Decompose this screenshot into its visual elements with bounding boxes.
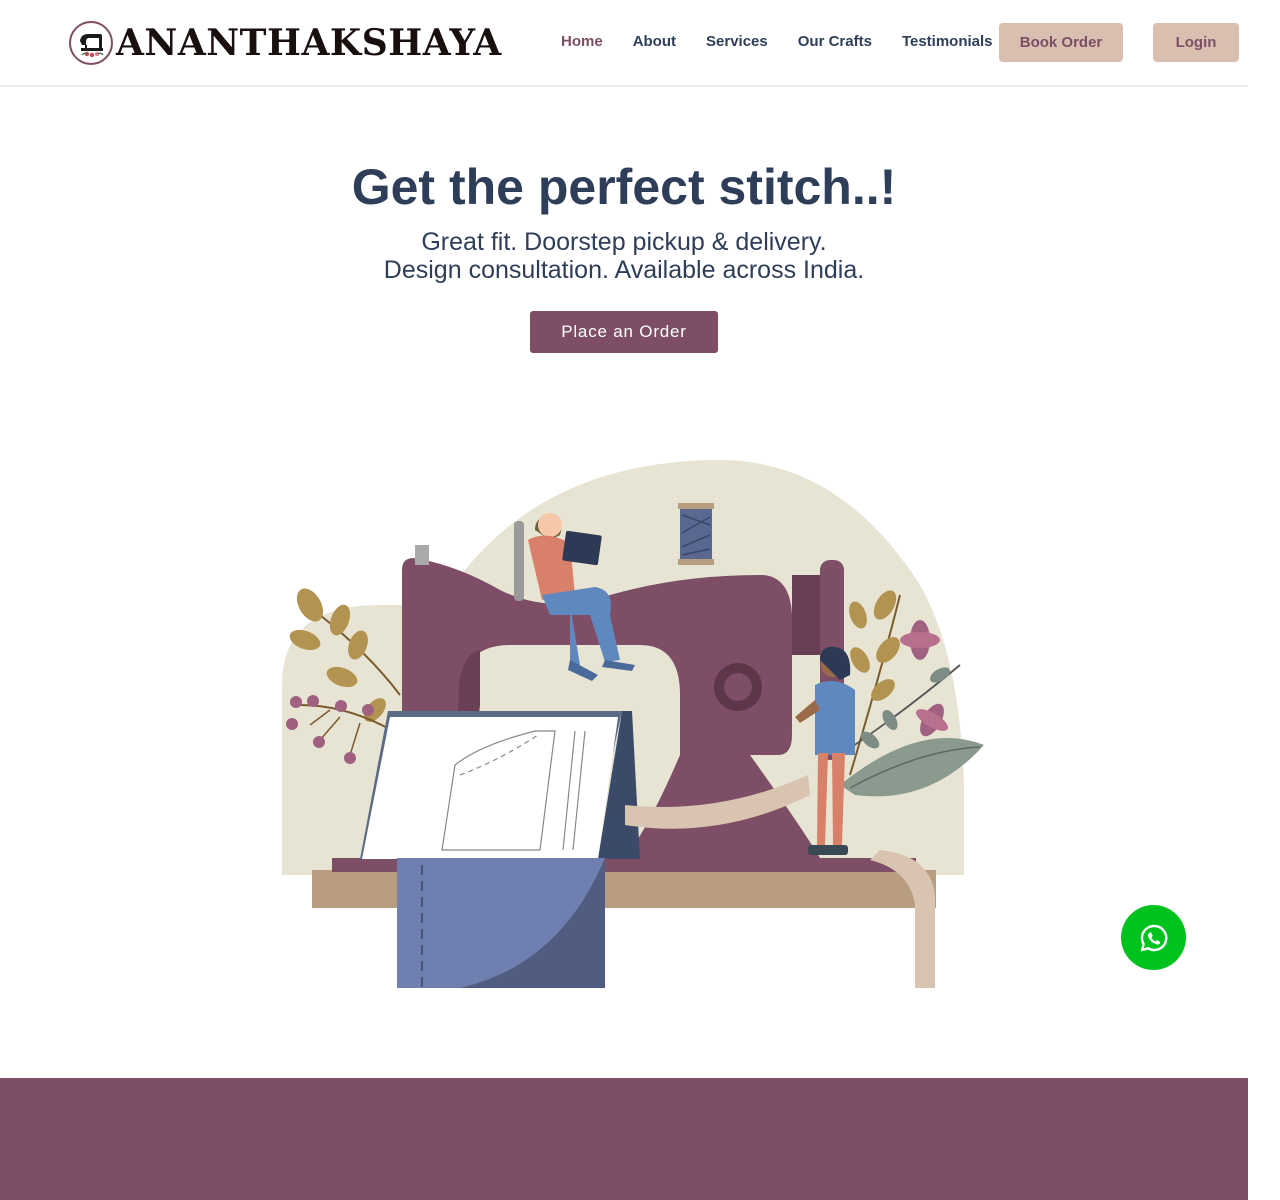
nav-our-crafts[interactable]: Our Crafts — [798, 33, 872, 51]
whatsapp-chat-button[interactable] — [1121, 905, 1186, 970]
nav-home[interactable]: Home — [561, 33, 603, 51]
hero-subtitle-line-2: Design consultation. Available across In… — [383, 256, 865, 284]
hero-subtitle-line-1: Great fit. Doorstep pickup & delivery. — [421, 228, 827, 256]
nav-about[interactable]: About — [633, 33, 676, 51]
hero-subtitle: Great fit. Doorstep pickup & delivery. D… — [0, 228, 1248, 284]
login-button[interactable]: Login — [1153, 23, 1239, 62]
main-nav: Home About Services Our Crafts Testimoni… — [561, 33, 1023, 51]
book-order-button[interactable]: Book Order — [999, 23, 1123, 62]
brand-logo[interactable]: ANANTHAKSHAYA — [69, 21, 502, 65]
site-header: ANANTHAKSHAYA Home About Services Our Cr… — [0, 0, 1248, 87]
nav-testimonials[interactable]: Testimonials — [902, 33, 993, 51]
brand-name: ANANTHAKSHAYA — [116, 22, 502, 64]
whatsapp-icon — [1140, 924, 1167, 951]
sewing-machine-logo-icon — [69, 21, 113, 65]
hero-title: Get the perfect stitch..! — [351, 159, 897, 215]
next-section-band — [0, 1078, 1248, 1200]
sewing-machine-illustration — [282, 460, 984, 988]
place-order-button[interactable]: Place an Order — [530, 311, 718, 353]
nav-services[interactable]: Services — [706, 33, 768, 51]
